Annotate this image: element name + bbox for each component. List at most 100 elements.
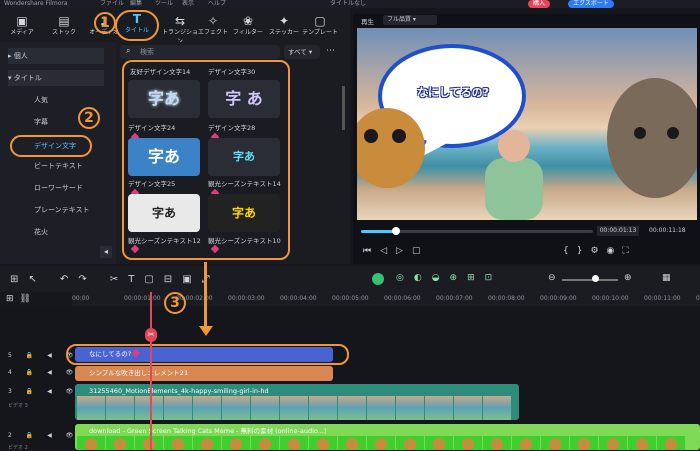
title-card[interactable]: 字あ (128, 80, 200, 118)
timeline-tracks: 5 🔒 ◀ 👁 4 🔒 ◀ 👁 3 🔒 ◀ 👁 ビデオ 3 2 🔒 ◀ 👁 ビデ… (0, 306, 700, 451)
clip-thumbnail (512, 436, 540, 450)
ruler-tick: 00:00:10:00 (592, 295, 629, 302)
clip-thumbnail (222, 396, 250, 420)
ruler-tick: 00:00:08:00 (488, 295, 525, 302)
scrub-handle[interactable] (392, 227, 400, 235)
clip-thumbnail (628, 436, 656, 450)
ruler-tick: 00:00:03:00 (228, 295, 265, 302)
stock-icon: ▤ (58, 14, 70, 28)
title-clip[interactable]: なにしてるの? (75, 347, 333, 362)
clip-thumbnail (309, 396, 337, 420)
split-icon[interactable]: ✂ (145, 328, 157, 342)
collapse-sidebar-button[interactable]: ◂ (100, 246, 112, 258)
video-clip-girl[interactable]: 31255460_MotionElements_4k-happy-smiling… (75, 384, 519, 420)
card-caption: 観光シーズンテキスト10 (208, 237, 281, 245)
tab-filter[interactable]: ❀ フィルター (230, 14, 266, 44)
zoom-in-icon[interactable]: ⊕ (624, 273, 632, 283)
video-clip-cats[interactable]: download - Green Screen Talking Cats Mem… (75, 424, 700, 450)
clip-thumbnail (280, 436, 308, 450)
zoom-slider[interactable] (562, 279, 618, 281)
media-toolbar: ▣メディア ▤ストック ♪オーディオ Tタイトル ⇆トランジション ✧エフェクト… (0, 8, 350, 45)
ruler-tick: 00:00 (72, 295, 90, 302)
title-icon: T (132, 12, 142, 26)
guide-arrow-head (199, 326, 213, 336)
tab-transition[interactable]: ⇆トランジション (160, 14, 200, 45)
preview-scene (357, 44, 697, 220)
menu-file[interactable]: ファイル (100, 0, 124, 8)
search-icon: ⌕ (126, 46, 131, 55)
title-card[interactable]: 字あ (208, 194, 280, 232)
track-header-4: 4 🔒 ◀ 👁 (8, 369, 80, 376)
total-time: 00:00:11:18 (649, 227, 686, 234)
preview-tools[interactable]: {}⚙◉⛶ (563, 246, 637, 256)
magnet-icon[interactable] (372, 273, 384, 285)
quality-dropdown[interactable]: フル品質 ▾ (383, 15, 437, 25)
step-marker-1: 1 (94, 12, 116, 34)
clip-thumbnail (280, 396, 308, 420)
premium-icon (132, 348, 141, 358)
sidebar-item-design-text[interactable]: デザイン文字 (10, 135, 92, 157)
video-preview[interactable]: なにしてるの? (357, 28, 697, 220)
clip-thumbnail (251, 396, 279, 420)
clip-thumbnail (77, 436, 105, 450)
menu-edit[interactable]: 編集 (130, 0, 142, 8)
title-card[interactable]: 字あ (128, 194, 200, 232)
ruler-tick: 00:00:12:00 (696, 295, 700, 302)
track-manage-icons[interactable]: ⊞⛓ (6, 294, 37, 304)
grid-icon[interactable]: ▦ (662, 273, 671, 283)
clip-thumbnail (77, 396, 105, 420)
search-input[interactable]: ⌕ 検索 (120, 45, 280, 59)
more-icon[interactable]: ⋯ (326, 46, 335, 56)
menu-view[interactable]: 表示 (182, 0, 194, 8)
tab-stock[interactable]: ▤ ストック (46, 14, 82, 44)
step-marker-3: 3 (164, 292, 186, 314)
element-clip[interactable]: シンプルな吹き出しエレメント21 (75, 366, 333, 381)
zoom-handle[interactable] (592, 275, 599, 282)
clip-thumbnail (193, 396, 221, 420)
clip-thumbnail (425, 436, 453, 450)
title-card[interactable]: 字 あ (208, 80, 280, 118)
cat-right (607, 78, 697, 198)
export-button[interactable]: エクスポート (568, 0, 614, 8)
clip-thumbnail (106, 436, 134, 450)
template-icon: ▢ (314, 14, 326, 28)
gallery-scrollbar[interactable] (342, 86, 345, 130)
zoom-out-icon[interactable]: ⊖ (548, 273, 556, 283)
ai-tools[interactable]: ◎◐◒⊕⊞⊡ (396, 273, 502, 283)
clip-thumbnail (164, 436, 192, 450)
effect-icon: ✧ (207, 14, 219, 28)
playback-controls[interactable]: ⏮◁▷▢ (363, 246, 429, 256)
tab-media[interactable]: ▣ メディア (4, 14, 40, 44)
tab-sticker[interactable]: ✦ ステッカー (266, 14, 302, 44)
tab-title[interactable]: T タイトル (115, 10, 159, 41)
track-header-3: 3 🔒 ◀ 👁 (8, 388, 80, 395)
edit-tools[interactable]: ⊞↖ ↶↷ ✂T▢⊟▣⤢ (10, 274, 220, 285)
playhead[interactable] (150, 292, 152, 450)
tab-template[interactable]: ▢ テンプレート (300, 14, 340, 44)
clip-thumbnail (106, 396, 134, 420)
ruler-tick: 00:00:09:00 (540, 295, 577, 302)
track-header-2: 2 🔒 ◀ 👁 (8, 432, 80, 439)
step-marker-2: 2 (78, 107, 100, 129)
clip-thumbnail (396, 436, 424, 450)
sidebar-item-personal[interactable]: ▸ 個人 (8, 48, 104, 64)
sidebar-item-title[interactable]: ▾ タイトル (8, 70, 104, 86)
clip-thumbnail (193, 436, 221, 450)
ruler-tick: 00:00:11:00 (644, 295, 681, 302)
clip-thumbnail (135, 396, 163, 420)
timeline-toolbar: ⊞↖ ↶↷ ✂T▢⊟▣⤢ ◎◐◒⊕⊞⊡ ⊖ ⊕ ▦ (0, 266, 700, 292)
tab-effect[interactable]: ✧ エフェクト (195, 14, 231, 44)
scrub-progress (361, 230, 395, 233)
menu-tools[interactable]: ツール (155, 0, 173, 8)
card-caption: デザイン文字28 (208, 124, 256, 132)
clip-thumbnail (541, 436, 569, 450)
gallery-header-right: デザイン文字30 (208, 68, 256, 76)
title-card[interactable]: 字あ (128, 138, 200, 176)
ruler-tick: 00:00:06:00 (384, 295, 421, 302)
menu-help[interactable]: ヘルプ (208, 0, 226, 8)
buy-button[interactable]: 購入 (528, 0, 550, 8)
title-card[interactable]: 字あ (208, 138, 280, 176)
current-time: 00:00:01:13 (597, 226, 639, 236)
filter-icon: ❀ (242, 14, 254, 28)
filter-dropdown[interactable]: すべて ▾ (284, 45, 320, 59)
